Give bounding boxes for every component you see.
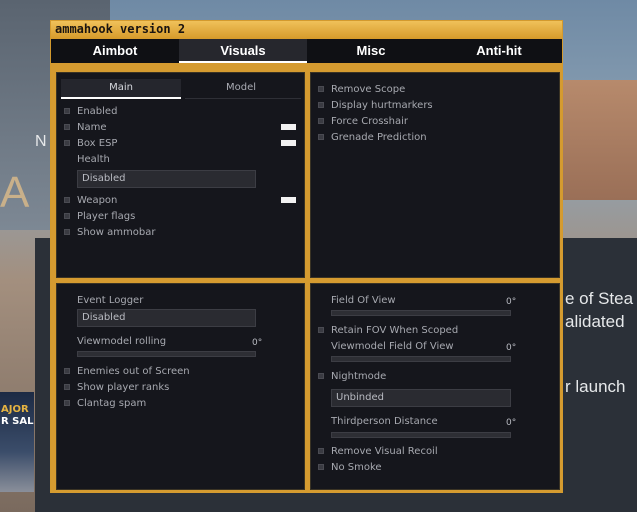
menu-window: ammahook version 2 Aimbot Visuals Misc A…	[50, 20, 563, 493]
force-crosshair-checkbox[interactable]	[318, 118, 324, 124]
field-of-view-slider[interactable]	[331, 310, 511, 316]
force-crosshair-label: Force Crosshair	[331, 116, 409, 127]
show-player-ranks-checkbox[interactable]	[64, 384, 70, 390]
weapon-color-picker[interactable]	[281, 197, 296, 203]
remove-visual-recoil-checkbox[interactable]	[318, 448, 324, 454]
esp-subtabs: Main Model	[61, 79, 301, 99]
nightmode-keybind[interactable]: Unbinded	[331, 389, 511, 407]
health-label: Health	[77, 154, 110, 165]
name-color-picker[interactable]	[281, 124, 296, 130]
viewmodel-rolling-value: 0°	[252, 338, 263, 348]
title-bar[interactable]: ammahook version 2	[51, 21, 562, 39]
background-text-n: N	[35, 133, 47, 150]
logger-panel: Event Logger Disabled Viewmodel rolling …	[56, 283, 305, 490]
nightmode-checkbox[interactable]	[318, 373, 324, 379]
window-title: ammahook version 2	[55, 22, 186, 36]
no-smoke-checkbox[interactable]	[318, 464, 324, 470]
field-of-view-value: 0°	[506, 297, 517, 307]
background-text-line3: r launch	[565, 377, 626, 396]
name-checkbox[interactable]	[64, 124, 70, 130]
viewmodel-fov-slider[interactable]	[331, 356, 511, 362]
tab-visuals[interactable]: Visuals	[179, 39, 307, 63]
tab-content: Main Model Enabled Name Box ESP Health D	[51, 63, 562, 493]
enabled-label: Enabled	[77, 106, 118, 117]
thirdperson-distance-slider[interactable]	[331, 432, 511, 438]
remove-visual-recoil-label: Remove Visual Recoil	[331, 446, 438, 457]
enabled-checkbox[interactable]	[64, 108, 70, 114]
main-tabs: Aimbot Visuals Misc Anti-hit	[51, 39, 562, 63]
remove-scope-label: Remove Scope	[331, 84, 406, 95]
grenade-prediction-checkbox[interactable]	[318, 134, 324, 140]
weapon-label: Weapon	[77, 195, 118, 206]
player-flags-checkbox[interactable]	[64, 213, 70, 219]
esp-panel: Main Model Enabled Name Box ESP Health D	[56, 72, 305, 278]
no-smoke-label: No Smoke	[331, 462, 382, 473]
show-ammobar-checkbox[interactable]	[64, 229, 70, 235]
field-of-view-label: Field Of View	[331, 295, 396, 306]
tab-anti-hit[interactable]: Anti-hit	[435, 39, 563, 63]
clantag-spam-label: Clantag spam	[77, 398, 147, 409]
retain-fov-label: Retain FOV When Scoped	[331, 325, 459, 336]
name-label: Name	[77, 122, 107, 133]
subtab-model[interactable]: Model	[181, 79, 301, 99]
display-hurtmarkers-label: Display hurtmarkers	[331, 100, 433, 111]
event-logger-label: Event Logger	[77, 295, 144, 306]
viewmodel-fov-label: Viewmodel Field Of View	[331, 341, 454, 352]
background-tower	[560, 80, 637, 200]
box-esp-checkbox[interactable]	[64, 140, 70, 146]
promo-line1: AJOR	[1, 404, 29, 415]
removals-panel: Remove Scope Display hurtmarkers Force C…	[310, 72, 560, 278]
show-player-ranks-label: Show player ranks	[77, 382, 170, 393]
background-text-line2: alidated	[565, 312, 625, 331]
viewmodel-rolling-label: Viewmodel rolling	[77, 336, 167, 347]
retain-fov-checkbox[interactable]	[318, 327, 324, 333]
weapon-checkbox[interactable]	[64, 197, 70, 203]
tab-aimbot[interactable]: Aimbot	[51, 39, 179, 63]
enemies-out-of-screen-checkbox[interactable]	[64, 368, 70, 374]
show-ammobar-label: Show ammobar	[77, 227, 156, 238]
view-panel: Field Of View 0° Retain FOV When Scoped …	[310, 283, 560, 490]
viewmodel-rolling-slider[interactable]	[77, 351, 256, 357]
box-esp-label: Box ESP	[77, 138, 118, 149]
thirdperson-distance-label: Thirdperson Distance	[331, 416, 438, 427]
background-text-line1: e of Stea	[565, 289, 634, 308]
promo-line2: R SAL	[1, 416, 34, 427]
event-logger-dropdown[interactable]: Disabled	[77, 309, 256, 327]
health-dropdown[interactable]: Disabled	[77, 170, 256, 188]
tab-misc[interactable]: Misc	[307, 39, 435, 63]
remove-scope-checkbox[interactable]	[318, 86, 324, 92]
background-text-a: A	[0, 168, 30, 217]
enemies-out-of-screen-label: Enemies out of Screen	[77, 366, 190, 377]
grenade-prediction-label: Grenade Prediction	[331, 132, 427, 143]
box-esp-color-picker[interactable]	[281, 140, 296, 146]
player-flags-label: Player flags	[77, 211, 136, 222]
subtab-divider	[185, 98, 301, 99]
subtab-main[interactable]: Main	[61, 79, 181, 99]
clantag-spam-checkbox[interactable]	[64, 400, 70, 406]
viewmodel-fov-value: 0°	[506, 343, 517, 353]
display-hurtmarkers-checkbox[interactable]	[318, 102, 324, 108]
nightmode-label: Nightmode	[331, 371, 387, 382]
background-promo-image: AJOR R SAL	[0, 392, 34, 492]
thirdperson-distance-value: 0°	[506, 418, 517, 428]
